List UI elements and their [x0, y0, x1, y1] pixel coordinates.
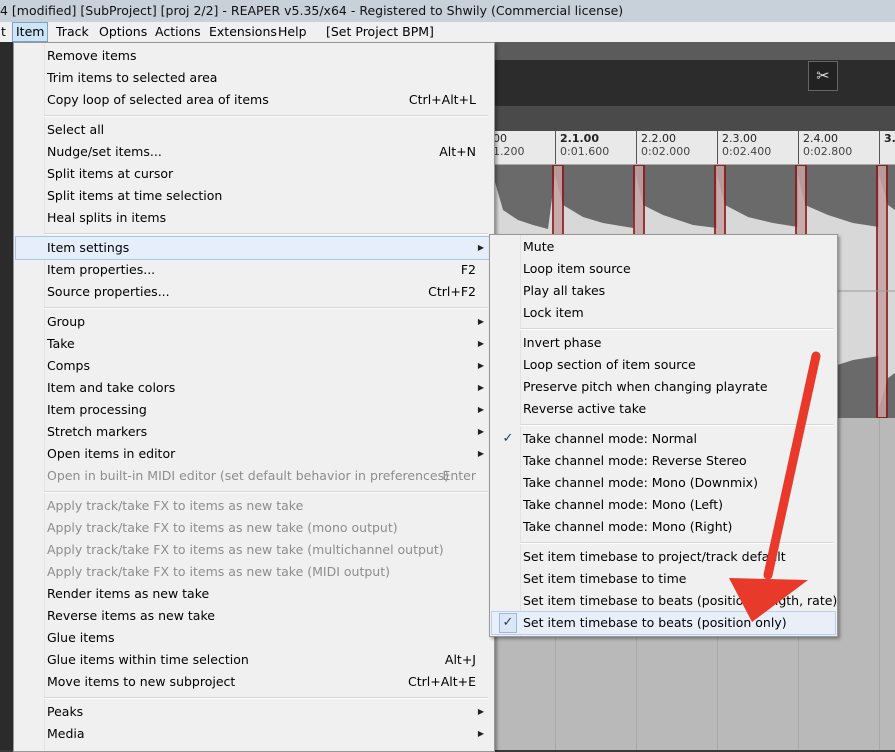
annotation-arrow-icon: [729, 351, 821, 622]
